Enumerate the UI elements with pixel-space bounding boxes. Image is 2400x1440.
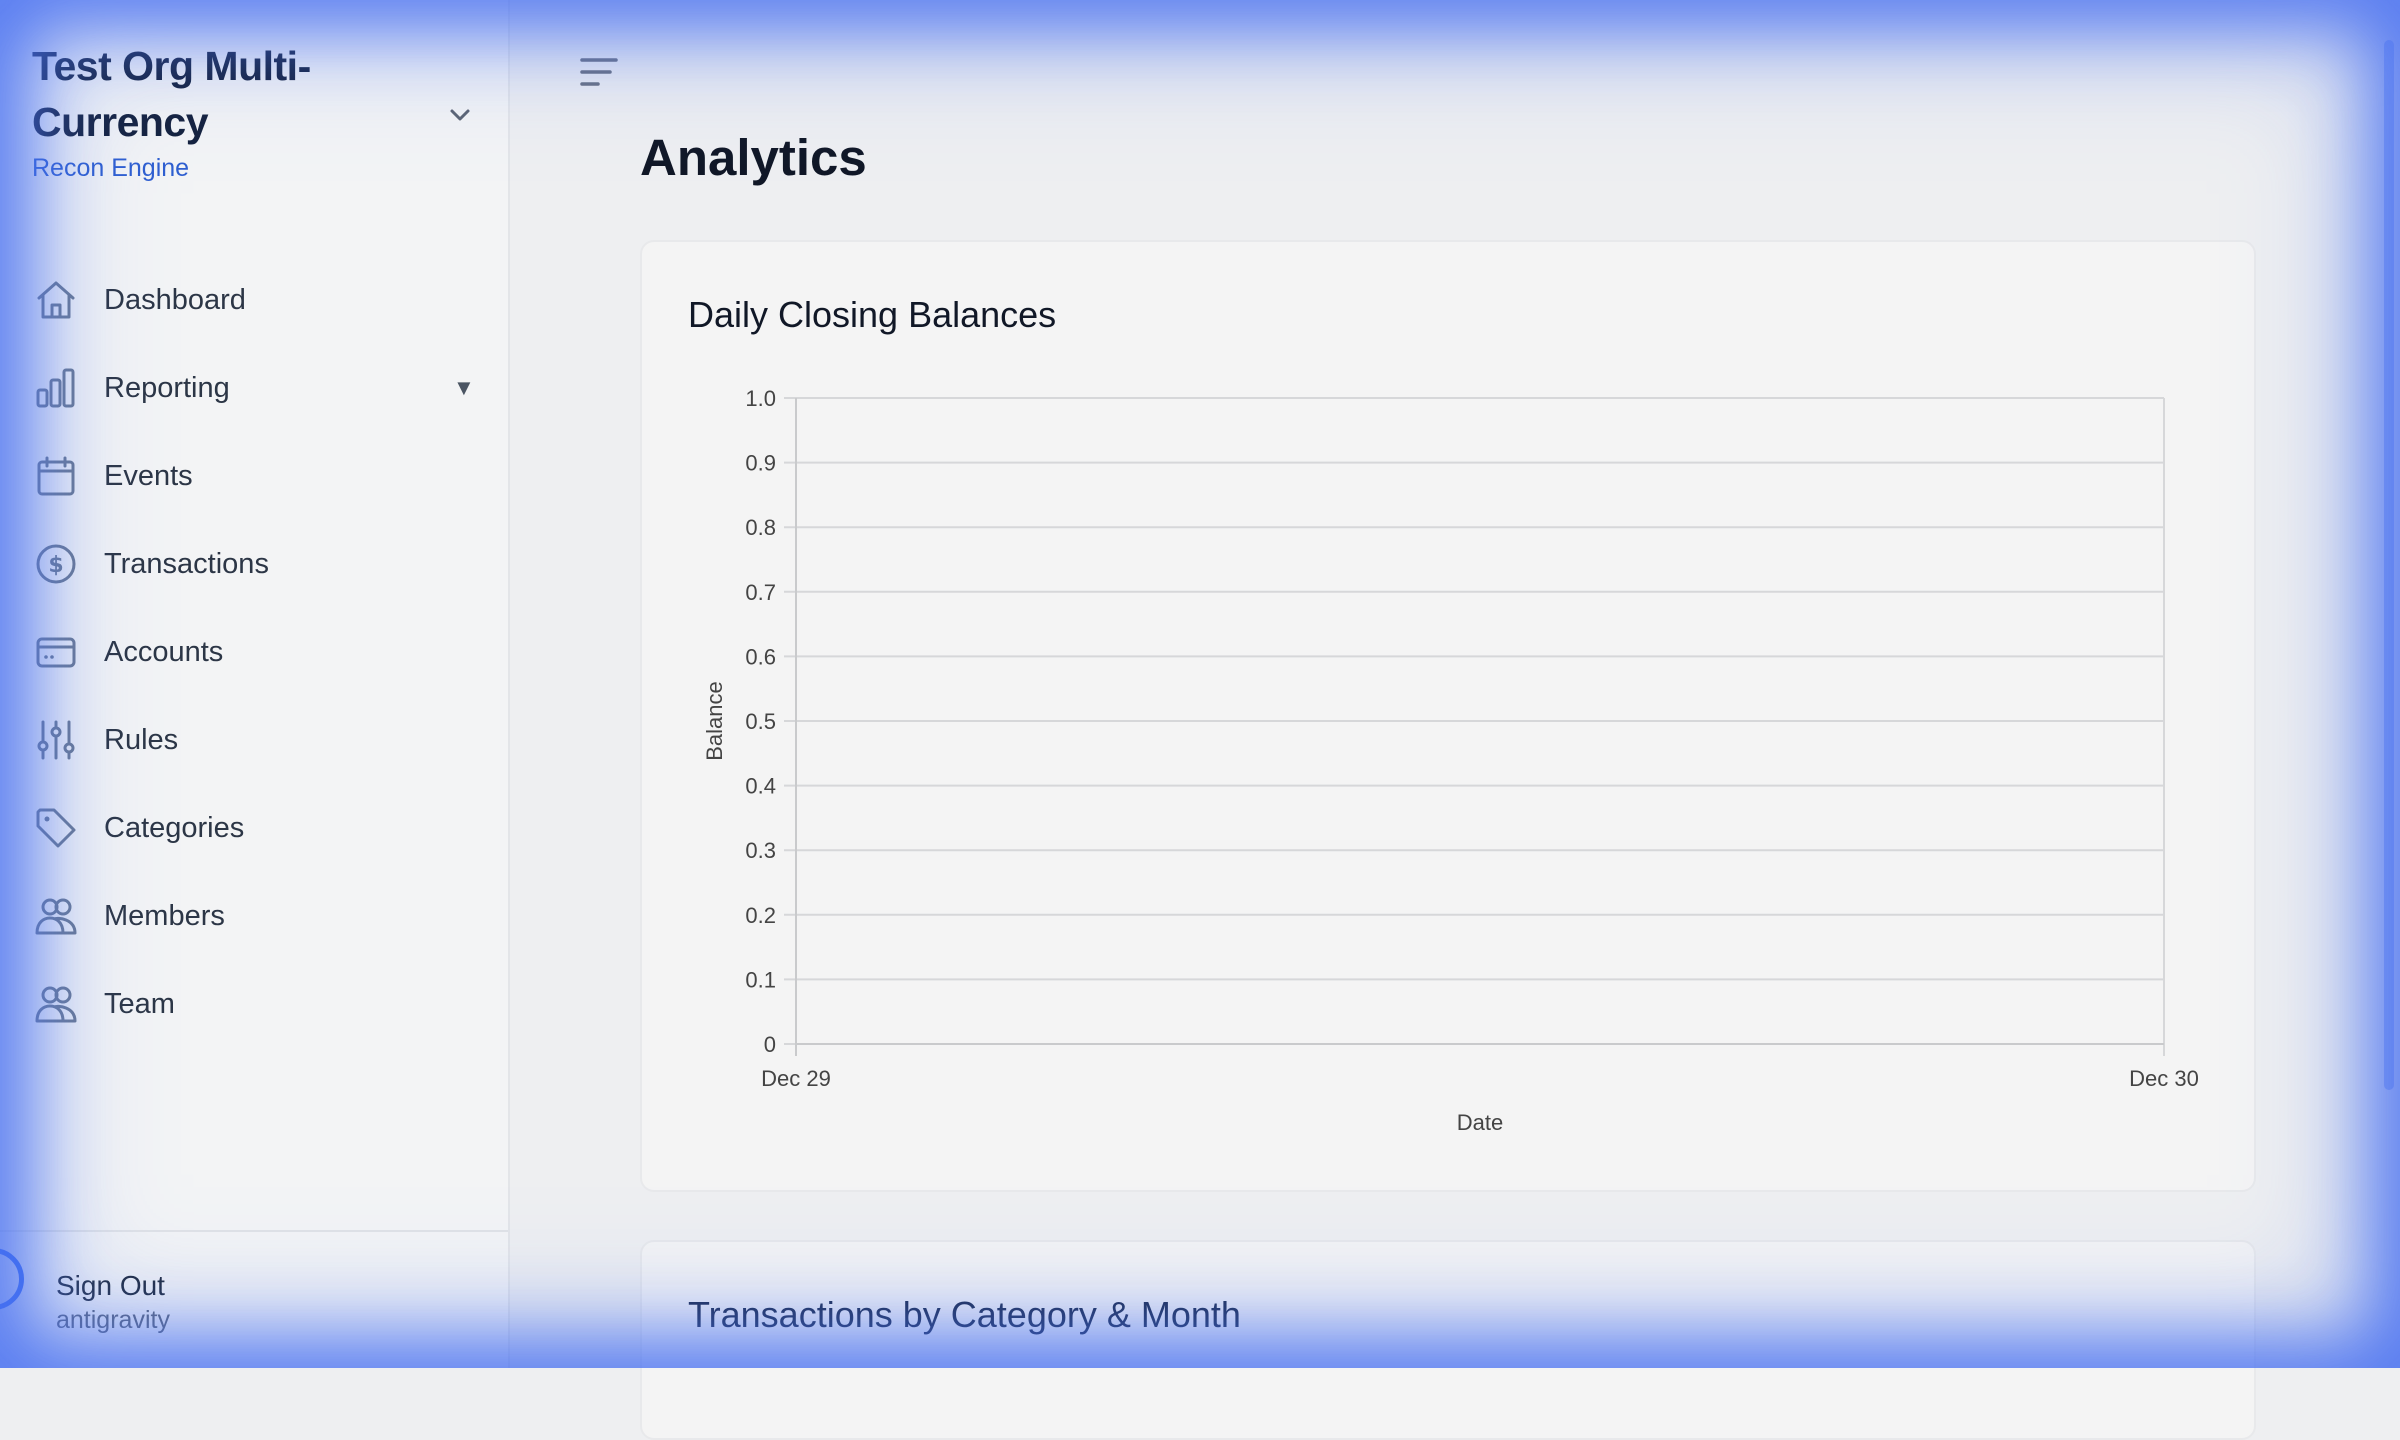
sidebar-nav: Dashboard Reporting ▼ Events $ Transacti… [0, 256, 510, 1048]
svg-text:$: $ [48, 553, 63, 578]
sliders-icon [37, 720, 75, 760]
org-subtitle: Recon Engine [32, 154, 190, 182]
chart-card-transactions-by-category: Transactions by Category & Month [640, 1240, 2256, 1440]
scrollbar[interactable] [2384, 40, 2394, 1090]
sidebar-item-reporting[interactable]: Reporting ▼ [0, 344, 510, 432]
sidebar-item-label: Team [104, 987, 175, 1020]
dollar-circle-icon: $ [36, 544, 76, 584]
y-tick-label: 0.4 [745, 774, 776, 799]
y-tick-label: 0.6 [745, 644, 776, 669]
sidebar: Test Org Multi-Currency Recon Engine Das… [0, 0, 510, 1368]
x-tick-label: Dec 29 [761, 1066, 831, 1091]
chevron-down-icon[interactable] [445, 100, 475, 130]
sidebar-item-label: Accounts [104, 635, 224, 668]
y-tick-label: 0.5 [745, 709, 776, 734]
tag-icon [36, 808, 76, 848]
bar-chart-icon [36, 368, 75, 408]
sidebar-item-rules[interactable]: Rules [0, 696, 510, 784]
card-title: Transactions by Category & Month [688, 1294, 1241, 1335]
caret-down-icon[interactable]: ▼ [453, 375, 475, 401]
sidebar-item-categories[interactable]: Categories [0, 784, 510, 872]
sidebar-footer: Sign Out antigravity [0, 1230, 508, 1370]
sign-out-button[interactable]: Sign Out [56, 1270, 165, 1302]
y-tick-label: 0.8 [745, 515, 776, 540]
username: antigravity [56, 1306, 170, 1334]
sidebar-item-label: Dashboard [104, 283, 246, 316]
sidebar-item-members[interactable]: Members [0, 872, 510, 960]
sidebar-item-label: Events [104, 459, 193, 492]
calendar-icon [37, 456, 75, 496]
sidebar-item-transactions[interactable]: $ Transactions [0, 520, 510, 608]
org-name[interactable]: Test Org Multi-Currency [32, 38, 412, 150]
y-axis-label: Balance [702, 681, 727, 761]
chart-card-daily-balances: Daily Closing Balances 0 0.1 0.2 0.3 0.4 0.5 0… [640, 240, 2256, 1192]
sidebar-item-dashboard[interactable]: Dashboard [0, 256, 510, 344]
home-icon [37, 281, 75, 319]
sidebar-item-events[interactable]: Events [0, 432, 510, 520]
sidebar-item-team[interactable]: Team [0, 960, 510, 1048]
card-icon [36, 637, 76, 668]
y-tick-label: 0.9 [745, 451, 776, 476]
sidebar-item-label: Transactions [104, 547, 269, 580]
y-tick-label: 0.7 [745, 580, 776, 605]
y-tick-label: 0.3 [745, 838, 776, 863]
sidebar-item-accounts[interactable]: Accounts [0, 608, 510, 696]
page-title: Analytics [640, 129, 867, 186]
sidebar-item-label: Categories [104, 811, 245, 844]
menu-icon[interactable] [578, 52, 622, 92]
x-tick-label: Dec 30 [2129, 1066, 2199, 1091]
sidebar-item-label: Rules [104, 723, 179, 756]
sidebar-item-label: Members [104, 899, 225, 932]
y-tick-label: 0.1 [745, 967, 776, 992]
y-tick-label: 0 [764, 1032, 776, 1057]
y-tick-label: 1.0 [745, 386, 776, 411]
users-icon [35, 986, 77, 1023]
users-icon [35, 898, 77, 935]
sidebar-item-label: Reporting [104, 371, 230, 404]
avatar[interactable] [0, 1248, 24, 1310]
daily-balances-chart: 0 0.1 0.2 0.3 0.4 0.5 0.6 0.7 0.8 0.9 1.0 Dec 29 Dec… [702, 386, 2199, 1135]
x-axis-label: Date [1457, 1110, 1503, 1135]
y-tick-label: 0.2 [745, 903, 776, 928]
